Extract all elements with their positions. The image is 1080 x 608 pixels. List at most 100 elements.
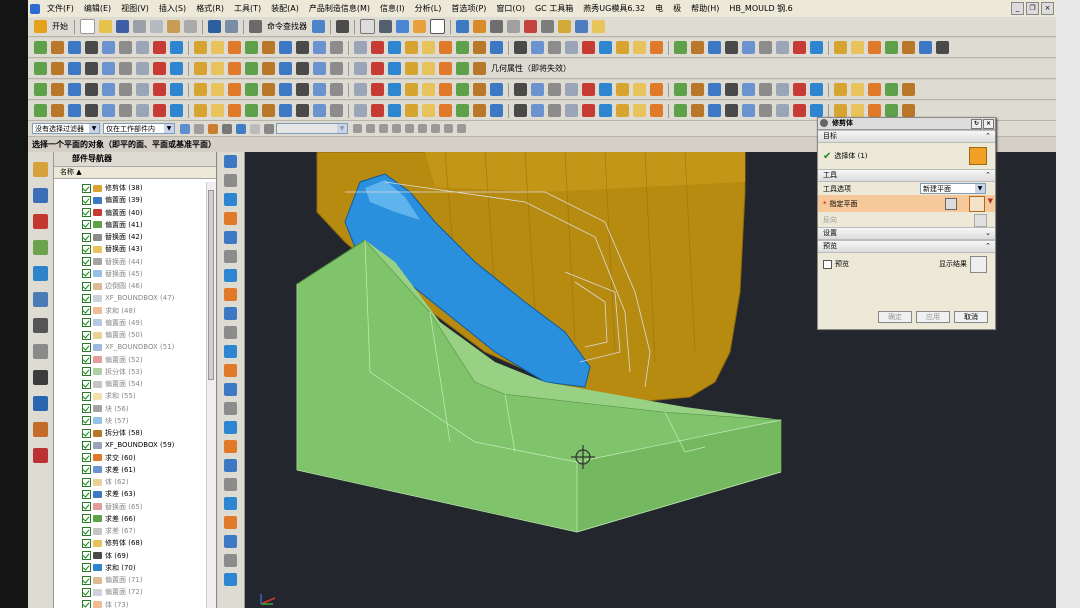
feature-tool-icon[interactable] [211, 83, 224, 96]
menu-item[interactable]: 插入(S) [154, 3, 191, 14]
mould-tool-icon[interactable] [224, 212, 237, 225]
sketch-tool-icon[interactable] [228, 62, 241, 75]
mould-tool-icon[interactable] [224, 478, 237, 491]
sketch-tool-icon[interactable] [422, 62, 435, 75]
process-studio-tab-icon[interactable] [33, 370, 48, 385]
curve-rule-icon[interactable] [222, 123, 232, 134]
visibility-checkbox[interactable] [82, 281, 91, 291]
curve-tool-icon[interactable] [354, 41, 367, 54]
preview-section[interactable]: 预览 ⌃ [818, 240, 995, 253]
feature-tool-icon[interactable] [810, 83, 823, 96]
mould-tool-icon[interactable] [224, 250, 237, 263]
menu-item[interactable]: 编辑(E) [79, 3, 116, 14]
sync-model-icon[interactable] [616, 104, 629, 117]
sync-model-icon[interactable] [674, 104, 687, 117]
mould-tool-icon[interactable] [224, 326, 237, 339]
ruler-icon[interactable] [592, 20, 605, 33]
rotate-view-icon[interactable] [379, 20, 392, 33]
navigator-scrollbar[interactable] [206, 182, 216, 608]
feature-tree-item[interactable]: 偏置面 (72) [54, 586, 206, 598]
curve-tool-icon[interactable] [456, 41, 469, 54]
body-filter-icon[interactable] [264, 123, 274, 134]
mould-tool-icon[interactable] [224, 193, 237, 206]
sync-model-icon[interactable] [136, 104, 149, 117]
menu-item[interactable]: 极 [668, 3, 686, 14]
mould-tool-icon[interactable] [224, 364, 237, 377]
move-layer-icon[interactable] [473, 20, 486, 33]
feature-tool-icon[interactable] [422, 83, 435, 96]
visibility-checkbox[interactable] [82, 379, 91, 389]
visibility-checkbox[interactable] [82, 538, 91, 548]
feature-tree-item[interactable]: 偏置面 (41) [54, 219, 206, 231]
menu-item[interactable]: 格式(R) [191, 3, 229, 14]
sketch-tool-icon[interactable] [354, 62, 367, 75]
mould-wizard-tab-icon[interactable] [33, 448, 48, 463]
feature-tool-icon[interactable] [388, 83, 401, 96]
collapse-icon[interactable]: ⌃ [985, 131, 991, 142]
measure-icon[interactable] [541, 20, 554, 33]
feature-tool-icon[interactable] [565, 83, 578, 96]
visibility-checkbox[interactable] [82, 428, 91, 438]
feature-tree-item[interactable]: 拆分体 (58) [54, 427, 206, 439]
curve-tool-icon[interactable] [68, 41, 81, 54]
sketch-tool-icon[interactable] [85, 62, 98, 75]
visibility-checkbox[interactable] [82, 342, 91, 352]
mould-tool-icon[interactable] [224, 459, 237, 472]
close-icon[interactable]: × [1041, 2, 1054, 15]
curve-tool-icon[interactable] [490, 41, 503, 54]
snap-tangent-icon[interactable] [444, 124, 453, 133]
menu-item[interactable]: 燕秀UG模具6.32 [578, 3, 650, 14]
menu-item[interactable]: 产品制造信息(M) [304, 3, 375, 14]
sketch-tool-icon[interactable] [330, 62, 343, 75]
feature-tree-item[interactable]: 偏置面 (54) [54, 378, 206, 390]
curve-tool-icon[interactable] [548, 41, 561, 54]
feature-tool-icon[interactable] [296, 83, 309, 96]
sync-model-icon[interactable] [388, 104, 401, 117]
feature-tree-item[interactable]: 块 (57) [54, 415, 206, 427]
curve-tool-icon[interactable] [936, 41, 949, 54]
sketch-tool-icon[interactable] [473, 62, 486, 75]
sync-model-icon[interactable] [245, 104, 258, 117]
mould-tool-icon[interactable] [224, 345, 237, 358]
feature-tool-icon[interactable] [725, 83, 738, 96]
paste-icon[interactable] [167, 20, 180, 33]
visibility-checkbox[interactable] [82, 293, 91, 303]
body-select-icon[interactable] [969, 147, 987, 165]
curve-tool-icon[interactable] [514, 41, 527, 54]
feature-tool-icon[interactable] [599, 83, 612, 96]
mould-tool-icon[interactable] [224, 402, 237, 415]
visibility-checkbox[interactable] [82, 183, 91, 193]
feature-tool-icon[interactable] [616, 83, 629, 96]
sync-model-icon[interactable] [885, 104, 898, 117]
feature-tree-item[interactable]: 偏置面 (39) [54, 194, 206, 206]
feature-tree-item[interactable]: 体 (73) [54, 599, 206, 608]
visibility-checkbox[interactable] [82, 330, 91, 340]
open-icon[interactable] [99, 20, 112, 33]
select-tool-icon[interactable] [336, 20, 349, 33]
feature-tree-item[interactable]: 偏置面 (49) [54, 317, 206, 329]
start-icon[interactable] [34, 20, 47, 33]
mould-tool-icon[interactable] [224, 269, 237, 282]
feature-tool-icon[interactable] [674, 83, 687, 96]
save-icon[interactable] [116, 20, 129, 33]
sketch-tool-icon[interactable] [262, 62, 275, 75]
visibility-checkbox[interactable] [82, 502, 91, 512]
curve-tool-icon[interactable] [565, 41, 578, 54]
sketch-tool-icon[interactable] [136, 62, 149, 75]
curve-tool-icon[interactable] [170, 41, 183, 54]
curve-tool-icon[interactable] [119, 41, 132, 54]
menu-item[interactable]: 窗口(O) [491, 3, 530, 14]
mould-tool-icon[interactable] [224, 421, 237, 434]
gear-icon[interactable] [820, 119, 828, 127]
background-icon[interactable] [430, 19, 445, 34]
sync-model-icon[interactable] [354, 104, 367, 117]
curve-tool-icon[interactable] [51, 41, 64, 54]
curve-tool-icon[interactable] [194, 41, 207, 54]
sync-model-icon[interactable] [759, 104, 772, 117]
visibility-checkbox[interactable] [82, 318, 91, 328]
feature-tree-item[interactable]: 修剪体 (38) [54, 182, 206, 194]
mould-tool-icon[interactable] [224, 288, 237, 301]
feature-tool-icon[interactable] [313, 83, 326, 96]
cancel-button[interactable]: 取消 [954, 311, 988, 323]
curve-tool-icon[interactable] [279, 41, 292, 54]
